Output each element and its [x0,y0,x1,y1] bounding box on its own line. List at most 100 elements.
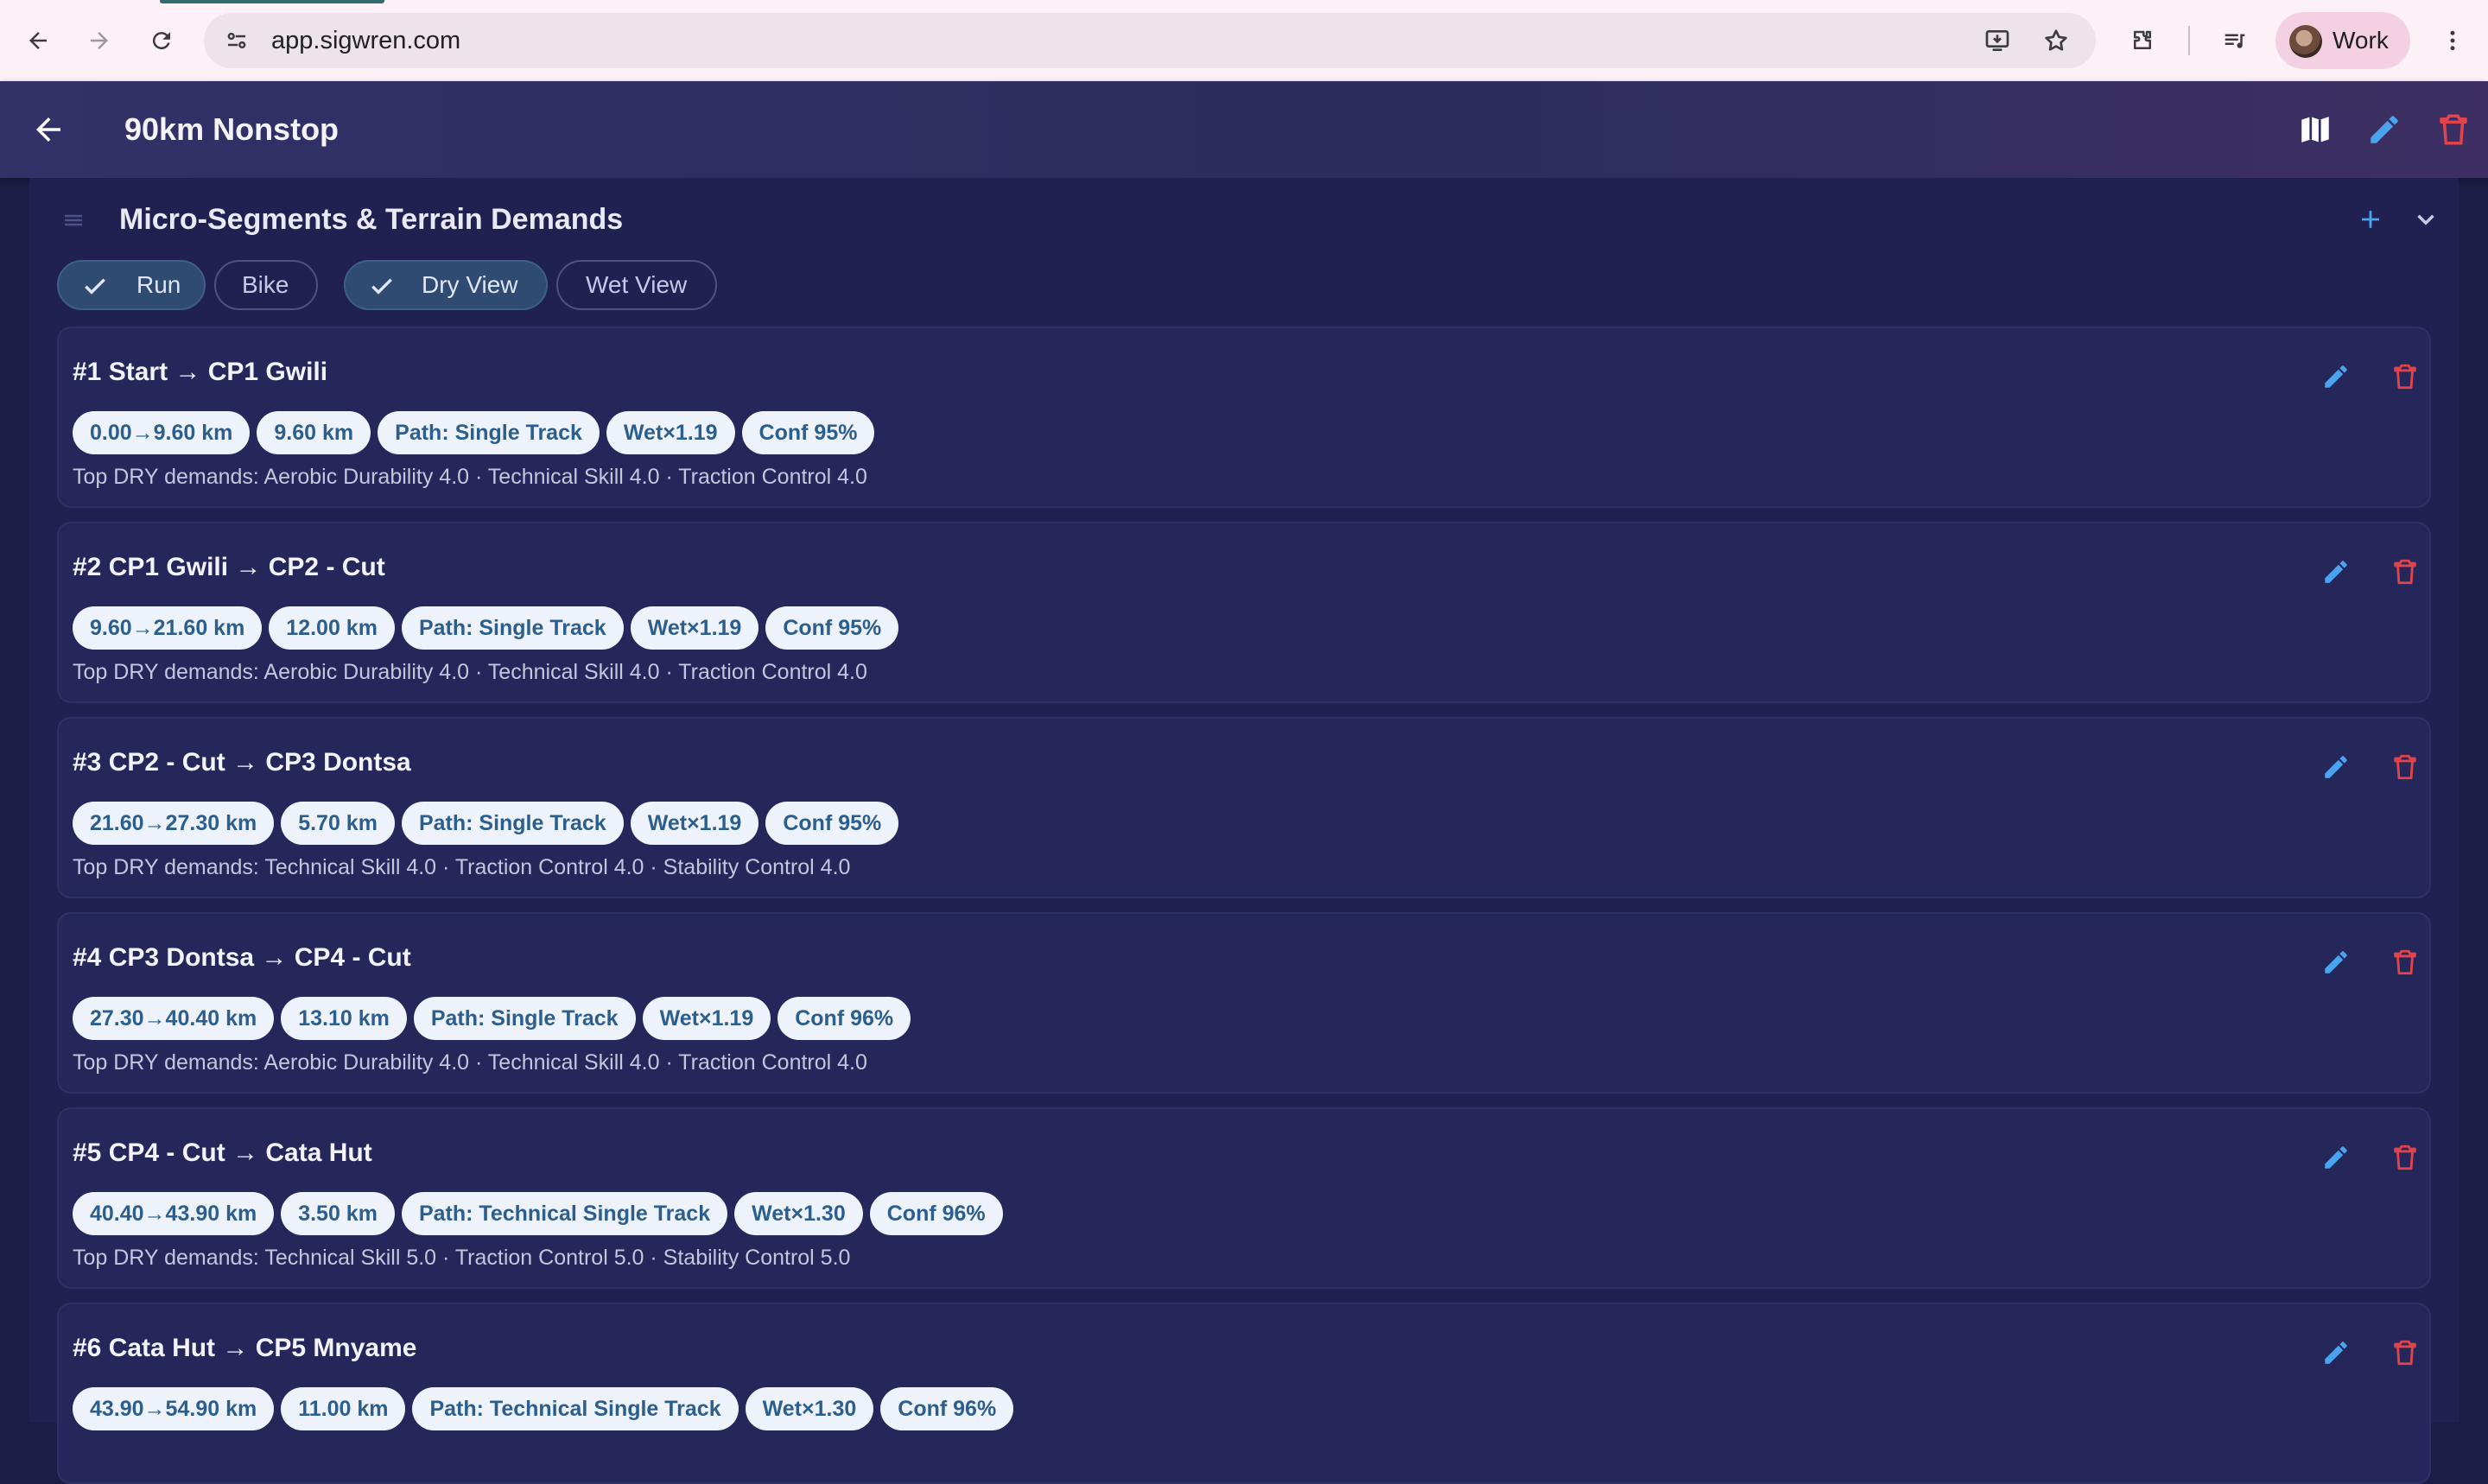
wet-factor-badge: Wet×1.19 [630,606,759,650]
segment-title: #6 Cata Hut → CP5 Mnyame [73,1334,417,1362]
segment-card[interactable]: #2 CP1 Gwili → CP2 - Cut 9.60→21.60 km 1… [57,522,2431,703]
segment-title: #1 Start → CP1 Gwili [73,358,328,386]
more-vertical-icon [2450,30,2455,51]
edit-pencil-icon[interactable] [2319,945,2353,980]
delete-trash-icon[interactable] [2388,555,2422,589]
check-icon [85,278,105,295]
wet-factor-badge: Wet×1.30 [734,1192,863,1235]
edit-pencil-icon[interactable] [2362,107,2407,152]
map-icon[interactable] [2293,107,2338,152]
path-badge: Path: Single Track [413,997,636,1040]
segment-tags: 9.60→21.60 km 12.00 km Path: Single Trac… [73,606,899,650]
app-header: 90km Nonstop [0,81,2488,178]
confidence-badge: Conf 95% [741,411,875,454]
distance-badge: 3.50 km [281,1192,395,1235]
section-title: Micro-Segments & Terrain Demands [119,203,624,236]
distance-badge: 5.70 km [281,802,395,845]
segment-tags: 21.60→27.30 km 5.70 km Path: Single Trac… [73,802,899,845]
segment-card[interactable]: #3 CP2 - Cut → CP3 Dontsa 21.60→27.30 km… [57,717,2431,898]
segment-demands: Top DRY demands: Technical Skill 4.0 · T… [73,855,851,879]
range-badge: 27.30→40.40 km [73,997,275,1040]
filter-chip-bike[interactable]: Bike [214,260,318,310]
filter-chip-label: Dry View [422,271,518,298]
segments-panel: Micro-Segments & Terrain Demands Run Bik… [29,178,2459,1484]
delete-trash-icon[interactable] [2388,1140,2422,1175]
filter-chip-label: Bike [242,271,289,298]
segment-card[interactable]: #6 Cata Hut → CP5 Mnyame 43.90→54.90 km … [57,1303,2431,1484]
back-button[interactable] [16,19,60,62]
profile-button[interactable]: Work [2275,12,2410,69]
filter-chip-run[interactable]: Run [57,260,206,310]
wet-factor-badge: Wet×1.19 [630,802,759,845]
active-tab-indicator [160,0,384,3]
install-app-icon[interactable] [1982,25,2013,56]
address-bar[interactable]: app.sigwren.com [204,13,2096,68]
confidence-badge: Conf 96% [880,1387,1014,1430]
filter-chip-label: Run [136,271,181,298]
delete-trash-icon[interactable] [2388,750,2422,784]
confidence-badge: Conf 95% [765,606,899,650]
path-badge: Path: Technical Single Track [412,1387,739,1430]
segment-title: #5 CP4 - Cut → Cata Hut [73,1138,372,1167]
range-badge: 40.40→43.90 km [73,1192,275,1235]
segment-card[interactable]: #1 Start → CP1 Gwili 0.00→9.60 km 9.60 k… [57,327,2431,508]
confidence-badge: Conf 95% [765,802,899,845]
delete-trash-icon[interactable] [2388,1335,2422,1370]
path-badge: Path: Single Track [401,606,624,650]
wet-factor-badge: Wet×1.19 [606,411,735,454]
edit-pencil-icon[interactable] [2319,555,2353,589]
edit-pencil-icon[interactable] [2319,750,2353,784]
filter-chip-wet-view[interactable]: Wet View [556,260,717,310]
confidence-badge: Conf 96% [869,1192,1003,1235]
range-badge: 0.00→9.60 km [73,411,251,454]
segment-demands: Top DRY demands: Aerobic Durability 4.0 … [73,660,867,684]
avatar [2289,25,2322,58]
segment-card[interactable]: #5 CP4 - Cut → Cata Hut 40.40→43.90 km 3… [57,1107,2431,1289]
delete-trash-icon[interactable] [2431,107,2476,152]
range-badge: 9.60→21.60 km [73,606,263,650]
drag-handle-icon[interactable] [60,207,86,233]
reload-icon [152,32,170,50]
edit-pencil-icon[interactable] [2319,1335,2353,1370]
puzzle-icon [2134,30,2151,49]
segment-card[interactable]: #4 CP3 Dontsa → CP4 - Cut 27.30→40.40 km… [57,912,2431,1094]
range-badge: 21.60→27.30 km [73,802,275,845]
browser-menu-button[interactable] [2431,19,2474,62]
forward-button[interactable] [78,19,121,62]
segment-demands: Top DRY demands: Aerobic Durability 4.0 … [73,465,867,489]
segment-title: #3 CP2 - Cut → CP3 Dontsa [73,748,411,777]
segment-tags: 40.40→43.90 km 3.50 km Path: Technical S… [73,1192,1003,1235]
segment-demands: Top DRY demands: Technical Skill 5.0 · T… [73,1246,851,1270]
confidence-badge: Conf 96% [778,997,911,1040]
edit-pencil-icon[interactable] [2319,1140,2353,1175]
delete-trash-icon[interactable] [2388,359,2422,394]
path-badge: Path: Single Track [378,411,600,454]
back-arrow-icon[interactable] [26,107,71,152]
segment-title: #2 CP1 Gwili → CP2 - Cut [73,553,385,581]
delete-trash-icon[interactable] [2388,945,2422,980]
segment-demands: Top DRY demands: Aerobic Durability 4.0 … [73,1050,867,1075]
chevron-down-icon[interactable] [2409,202,2443,237]
distance-badge: 13.10 km [281,997,407,1040]
segment-tags: 43.90→54.90 km 11.00 km Path: Technical … [73,1387,1014,1430]
media-control-button[interactable] [2213,19,2256,62]
toolbar-divider [2188,26,2190,55]
bookmark-star-icon[interactable] [2041,25,2072,56]
filter-chip-label: Wet View [586,271,688,298]
browser-toolbar: app.sigwren.com Work [0,0,2488,81]
distance-badge: 9.60 km [257,411,371,454]
extensions-button[interactable] [2121,19,2164,62]
panel-header: Micro-Segments & Terrain Demands [29,178,2459,261]
wet-factor-badge: Wet×1.19 [642,997,771,1040]
wet-factor-badge: Wet×1.30 [745,1387,874,1430]
add-segment-icon[interactable] [2353,202,2388,237]
edit-pencil-icon[interactable] [2319,359,2353,394]
site-settings-icon[interactable] [221,25,252,56]
reload-button[interactable] [140,19,183,62]
range-badge: 43.90→54.90 km [73,1387,275,1430]
url-text[interactable]: app.sigwren.com [271,13,460,68]
queue-music-icon [2225,34,2245,48]
path-badge: Path: Technical Single Track [401,1192,728,1235]
filter-chip-dry-view[interactable]: Dry View [344,260,548,310]
check-icon [371,278,392,295]
